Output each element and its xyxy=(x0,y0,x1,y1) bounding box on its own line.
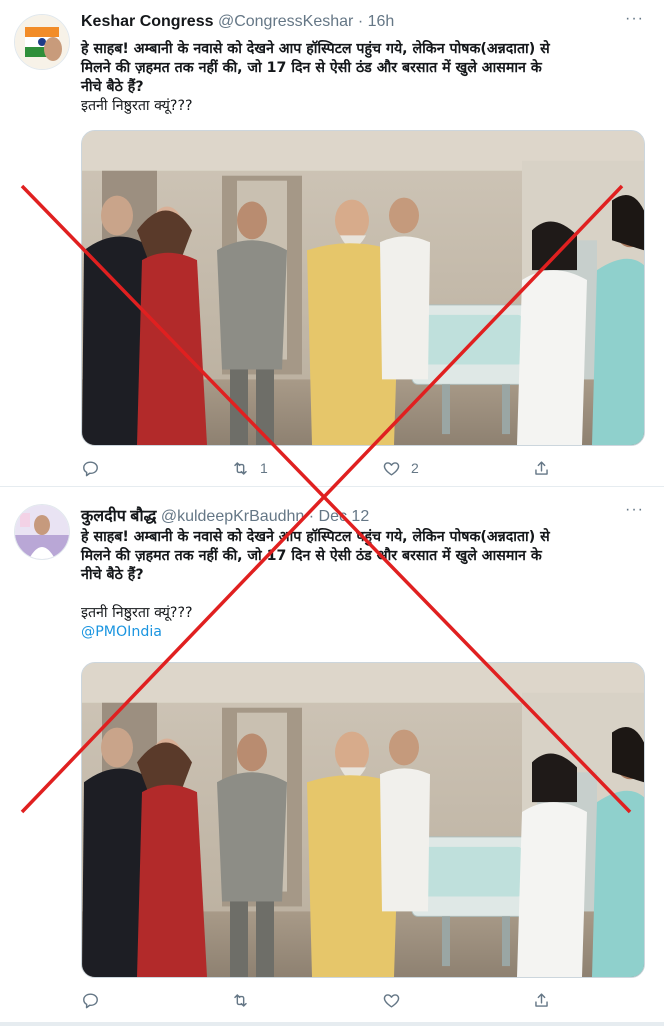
avatar-image xyxy=(15,15,69,69)
more-options-icon[interactable]: ··· xyxy=(625,501,644,519)
timestamp[interactable]: Dec 12 xyxy=(319,508,370,525)
retweet-icon xyxy=(234,461,247,475)
reply-button[interactable] xyxy=(81,458,110,478)
reply-icon xyxy=(83,460,98,476)
reply-icon xyxy=(83,992,98,1008)
author-handle[interactable]: @CongressKeshar xyxy=(218,13,353,30)
tweet-text-line: हे साहब! अम्बानी के नवासे को देखने आप हॉ… xyxy=(81,529,550,545)
tweet-text-line: मिलने की ज़हमत तक नहीं की, जो 17 दिन से … xyxy=(81,548,542,564)
bottom-border xyxy=(0,1022,664,1026)
like-count: 2 xyxy=(411,460,419,476)
tweet-photo[interactable] xyxy=(81,130,645,446)
tweet[interactable]: कुलदीप बौद्ध @kuldeepKrBaudhn · Dec 12 ·… xyxy=(0,487,664,1026)
timestamp[interactable]: 16h xyxy=(368,13,395,30)
share-icon xyxy=(535,460,548,475)
like-button[interactable]: 2 xyxy=(382,458,419,478)
tweet-text-line: नीचे बैठे हैं? xyxy=(81,567,144,583)
tweet-actions xyxy=(81,990,561,1010)
photo-image xyxy=(82,663,644,977)
avatar[interactable] xyxy=(14,14,70,70)
retweet-icon xyxy=(234,993,247,1007)
tweet-actions: 1 2 xyxy=(81,458,561,478)
retweet-button[interactable] xyxy=(231,990,260,1010)
reply-button[interactable] xyxy=(81,990,110,1010)
author-name[interactable]: Keshar Congress xyxy=(81,13,214,30)
like-button[interactable] xyxy=(382,990,411,1010)
tweet-text-line: इतनी निष्ठुरता क्यूं??? xyxy=(81,605,193,621)
separator: · xyxy=(357,13,364,30)
retweet-count: 1 xyxy=(260,460,268,476)
heart-icon xyxy=(383,993,400,1008)
share-button[interactable] xyxy=(532,458,551,478)
share-icon xyxy=(535,992,548,1007)
separator: · xyxy=(308,508,315,525)
tweet-text-line: नीचे बैठे हैं? xyxy=(81,79,144,95)
retweet-button[interactable]: 1 xyxy=(231,458,268,478)
share-button[interactable] xyxy=(532,990,551,1010)
tweet-text-line: हे साहब! अम्बानी के नवासे को देखने आप हॉ… xyxy=(81,41,550,57)
tweet-header: Keshar Congress @CongressKeshar · 16h xyxy=(81,13,394,31)
tweet-header: कुलदीप बौद्ध @kuldeepKrBaudhn · Dec 12 xyxy=(81,504,369,526)
tweet[interactable]: Keshar Congress @CongressKeshar · 16h ··… xyxy=(0,0,664,486)
more-options-icon[interactable]: ··· xyxy=(625,10,644,28)
author-name[interactable]: कुलदीप बौद्ध xyxy=(81,508,156,525)
tweet-text: हे साहब! अम्बानी के नवासे को देखने आप हॉ… xyxy=(81,40,647,116)
tweet-text-line: इतनी निष्ठुरता क्यूं??? xyxy=(81,98,193,114)
mention-link[interactable]: @PMOIndia xyxy=(81,623,647,642)
avatar[interactable] xyxy=(14,504,70,560)
author-handle[interactable]: @kuldeepKrBaudhn xyxy=(161,508,304,525)
tweet-text: हे साहब! अम्बानी के नवासे को देखने आप हॉ… xyxy=(81,528,647,642)
tweet-photo[interactable] xyxy=(81,662,645,978)
tweet-text-line: मिलने की ज़हमत तक नहीं की, जो 17 दिन से … xyxy=(81,60,542,76)
heart-icon xyxy=(383,461,400,476)
photo-image xyxy=(82,131,644,445)
avatar-image xyxy=(15,505,69,559)
